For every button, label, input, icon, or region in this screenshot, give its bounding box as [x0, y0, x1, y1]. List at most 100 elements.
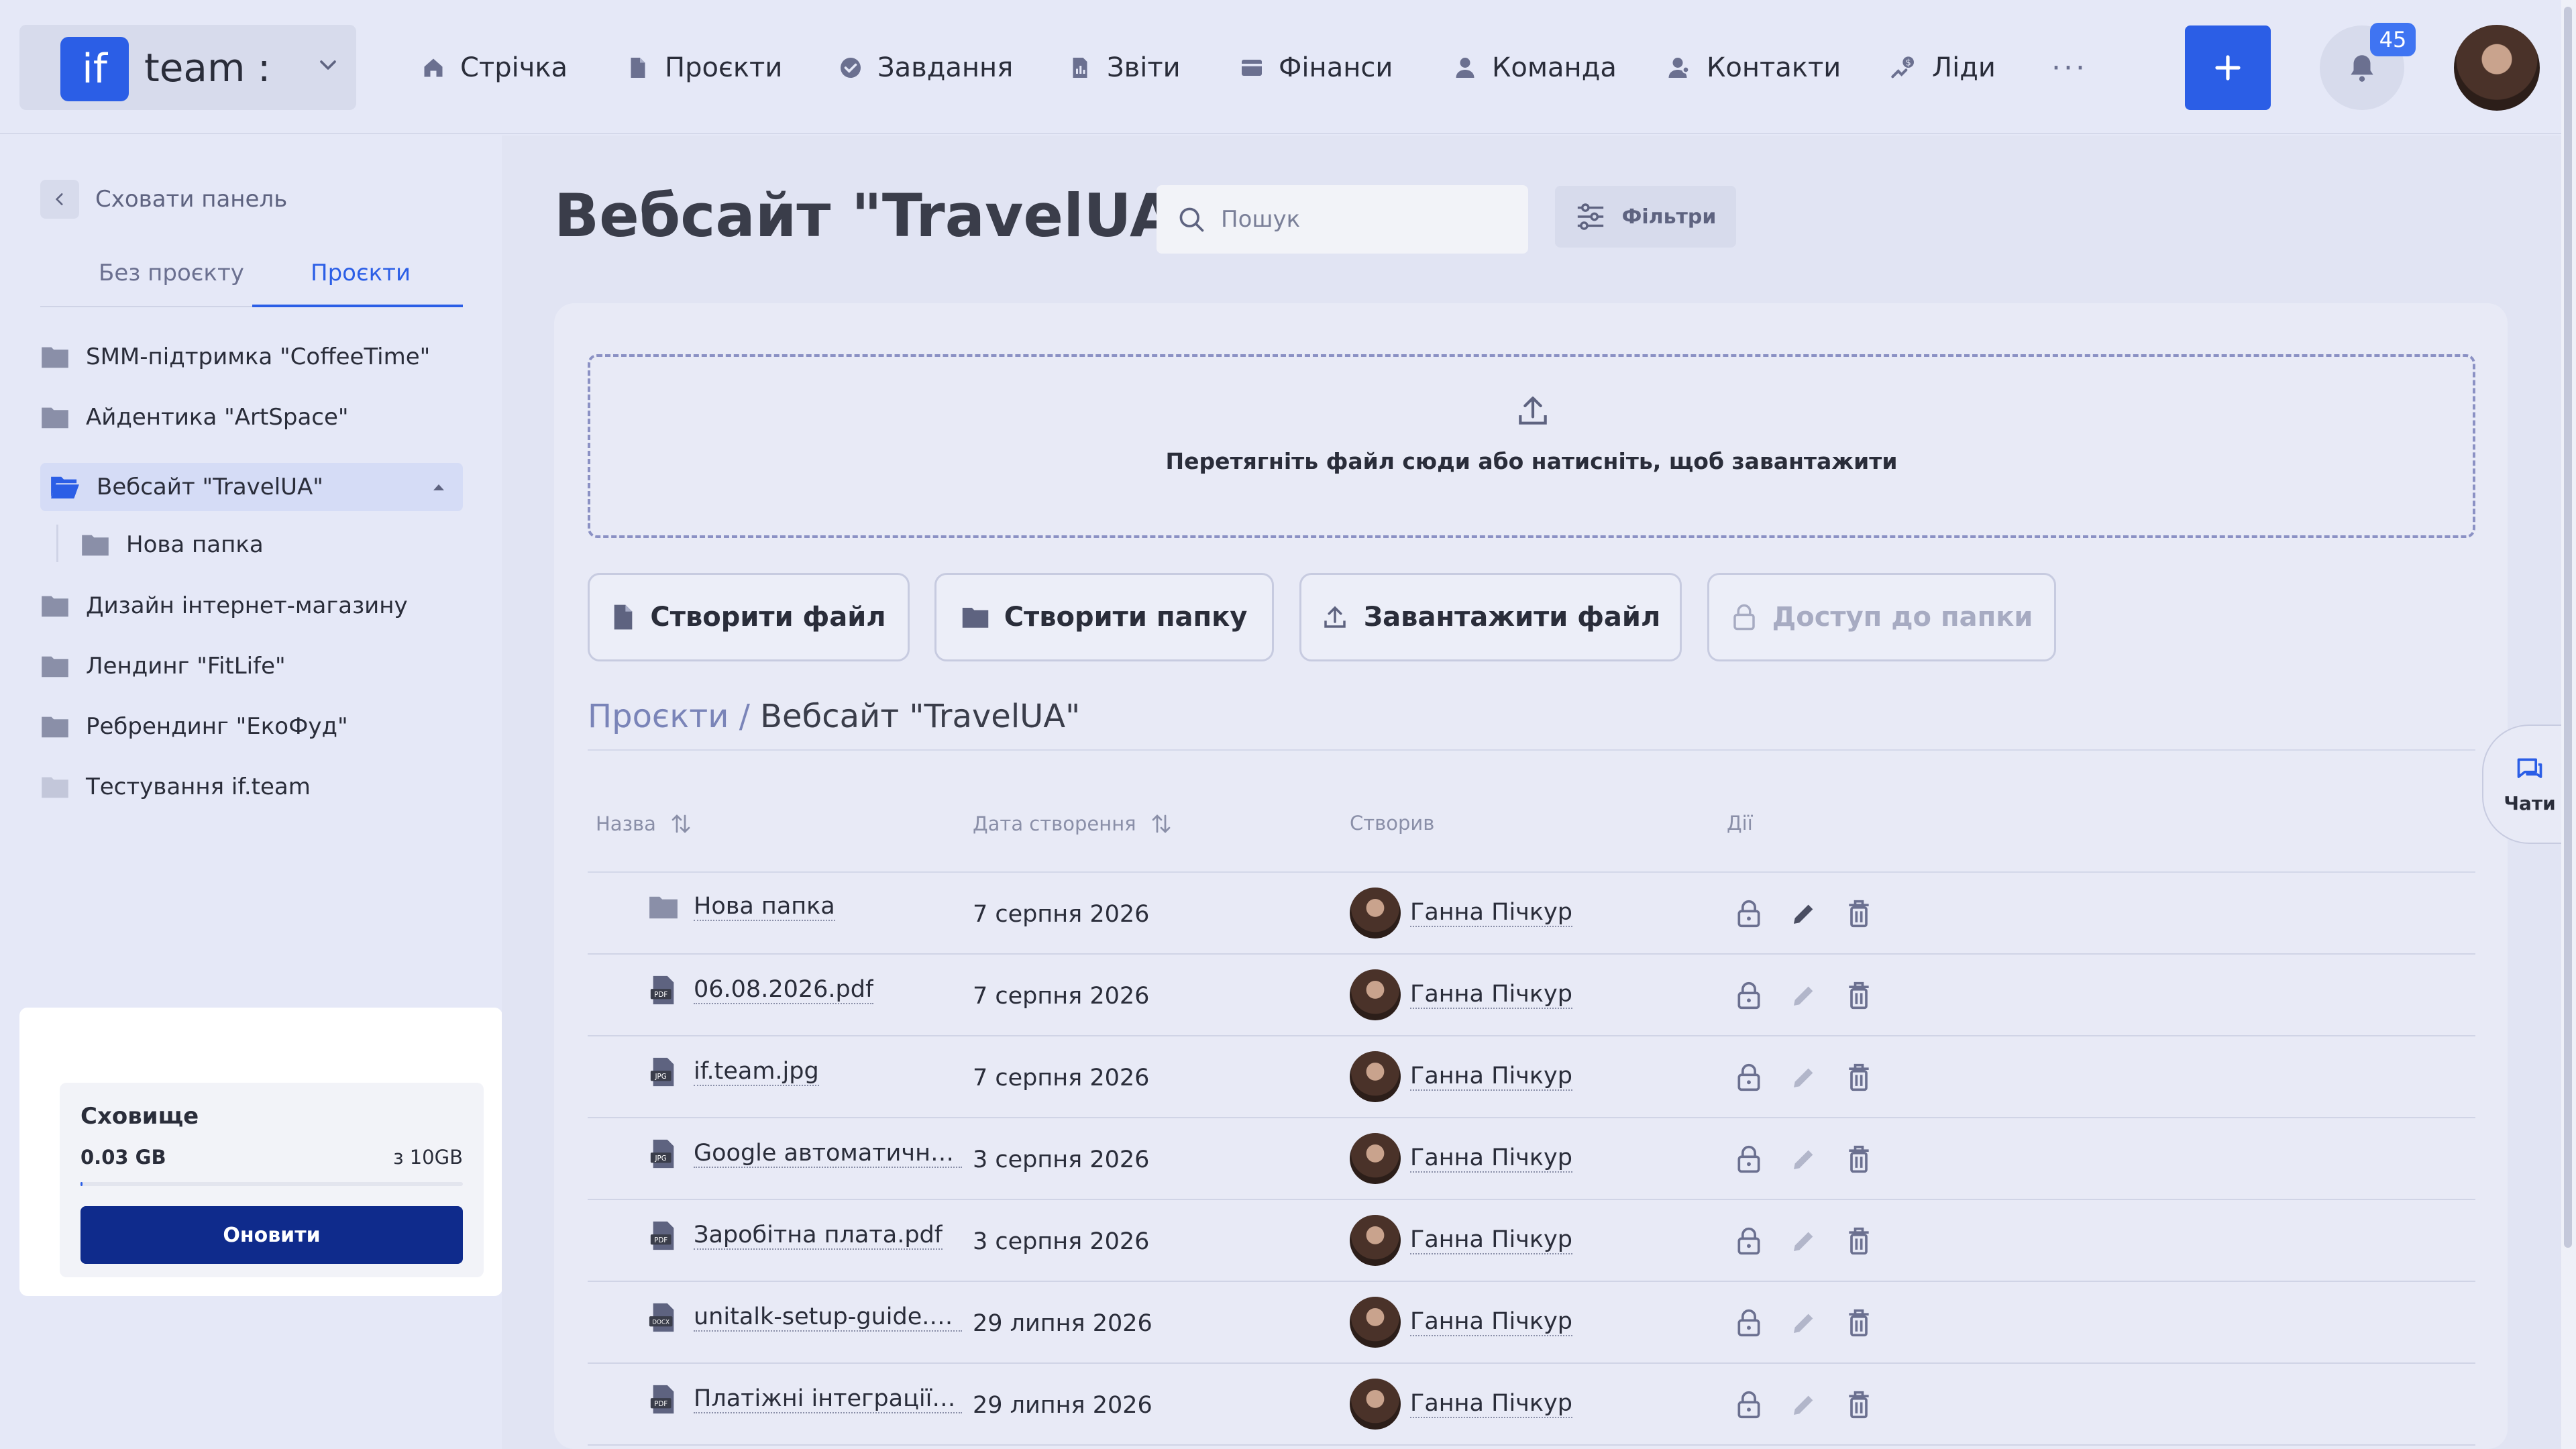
edit-icon[interactable]	[1787, 1388, 1821, 1421]
folder-icon	[40, 345, 70, 369]
table-row[interactable]: Нова папка 7 серпня 2026 Ганна Пічкур	[588, 873, 2475, 955]
breadcrumb-current: Вебсайт "TravelUA"	[760, 698, 1081, 735]
author-name[interactable]: Ганна Пічкур	[1410, 1063, 1572, 1091]
project-item[interactable]: Дизайн інтернет-магазину	[40, 582, 463, 630]
breadcrumb-root[interactable]: Проєкти	[588, 698, 729, 735]
table-row[interactable]: PDF 06.08.2026.pdf 7 серпня 2026 Ганна Пічк…	[588, 955, 2475, 1036]
file-author[interactable]: Ганна Пічкур	[1350, 1297, 1572, 1348]
table-row[interactable]: DOCX unitalk-setup-guide.d... 29 липня 202…	[588, 1282, 2475, 1364]
table-row[interactable]: PDF Платіжні інтеграції.pdf 29 липня 2026 Г…	[588, 1364, 2475, 1446]
delete-icon[interactable]	[1842, 1224, 1876, 1258]
lock-icon[interactable]	[1732, 1224, 1766, 1258]
more-menu-icon[interactable]: ···	[2051, 51, 2088, 85]
nav-item-finance[interactable]: Фінанси	[1240, 47, 1393, 89]
file-name[interactable]: Платіжні інтеграції.pdf	[694, 1385, 962, 1413]
file-name[interactable]: Заробітна плата.pdf	[694, 1222, 943, 1250]
divider	[588, 749, 2475, 751]
file-name-cell[interactable]: PDF Заробітна плата.pdf	[648, 1220, 943, 1251]
edit-icon[interactable]	[1787, 1224, 1821, 1258]
avatar	[1350, 1215, 1401, 1266]
table-row[interactable]: PDF Заробітна плата.pdf 3 серпня 2026 Ганна…	[588, 1200, 2475, 1282]
delete-icon[interactable]	[1842, 1388, 1876, 1421]
nav-item-contacts[interactable]: Контакти	[1668, 47, 1841, 89]
scrollbar-thumb[interactable]	[2564, 7, 2572, 1248]
project-item[interactable]: Лендинг "FitLife"	[40, 642, 463, 690]
lock-icon[interactable]	[1732, 979, 1766, 1012]
search-input[interactable]	[1221, 206, 1516, 233]
file-name-cell[interactable]: JPG if.team.jpg	[648, 1057, 819, 1087]
file-name[interactable]: 06.08.2026.pdf	[694, 976, 874, 1004]
create-folder-button[interactable]: Створити папку	[934, 573, 1274, 661]
edit-icon[interactable]	[1787, 1061, 1821, 1094]
file-name-cell[interactable]: JPG Google автоматично в...	[648, 1138, 962, 1169]
author-name[interactable]: Ганна Пічкур	[1410, 1226, 1572, 1254]
file-author[interactable]: Ганна Пічкур	[1350, 1133, 1572, 1184]
author-name[interactable]: Ганна Пічкур	[1410, 1144, 1572, 1173]
table-row[interactable]: JPG if.team.jpg 7 серпня 2026 Ганна Пічкур	[588, 1036, 2475, 1118]
caret-up-icon[interactable]	[431, 480, 447, 494]
edit-icon[interactable]	[1787, 979, 1821, 1012]
file-author[interactable]: Ганна Пічкур	[1350, 1215, 1572, 1266]
author-name[interactable]: Ганна Пічкур	[1410, 1308, 1572, 1336]
file-name[interactable]: unitalk-setup-guide.d...	[694, 1303, 962, 1332]
sort-icon[interactable]	[1151, 812, 1171, 836]
project-item[interactable]: Тестування if.team	[40, 763, 463, 811]
file-name-cell[interactable]: DOCX unitalk-setup-guide.d...	[648, 1302, 962, 1333]
lock-icon[interactable]	[1732, 1061, 1766, 1094]
nav-item-leads[interactable]: $ Ліди	[1890, 47, 1996, 89]
upload-dropzone[interactable]: Перетягніть файл сюди або натисніть, щоб…	[588, 354, 2475, 538]
filters-button[interactable]: Фільтри	[1555, 186, 1736, 248]
create-file-button[interactable]: Створити файл	[588, 573, 910, 661]
delete-icon[interactable]	[1842, 979, 1876, 1012]
delete-icon[interactable]	[1842, 1061, 1876, 1094]
tab-projects[interactable]: Проєкти	[311, 260, 411, 286]
lock-icon[interactable]	[1732, 1388, 1766, 1421]
upgrade-button[interactable]: Оновити	[80, 1206, 463, 1264]
column-label: Створив	[1350, 812, 1435, 835]
file-name-cell[interactable]: PDF Платіжні інтеграції.pdf	[648, 1384, 962, 1415]
delete-icon[interactable]	[1842, 1306, 1876, 1340]
file-name[interactable]: Google автоматично в...	[694, 1140, 962, 1168]
lock-icon[interactable]	[1732, 1306, 1766, 1340]
team-switcher[interactable]: if team :	[19, 25, 356, 110]
nav-item-tasks[interactable]: Завдання	[839, 47, 1013, 89]
hide-panel-button[interactable]: Сховати панель	[40, 180, 287, 219]
add-button[interactable]	[2185, 25, 2271, 110]
lock-icon[interactable]	[1732, 897, 1766, 930]
delete-icon[interactable]	[1842, 897, 1876, 930]
nav-item-team[interactable]: Команда	[1453, 47, 1617, 89]
subfolder-item[interactable]: Нова папка	[80, 521, 456, 569]
edit-icon[interactable]	[1787, 897, 1821, 930]
folder-access-button[interactable]: Доступ до папки	[1707, 573, 2056, 661]
author-name[interactable]: Ганна Пічкур	[1410, 1390, 1572, 1418]
edit-icon[interactable]	[1787, 1306, 1821, 1340]
project-item[interactable]: SMM-підтримка "CoffeeTime"	[40, 333, 463, 381]
delete-icon[interactable]	[1842, 1142, 1876, 1176]
author-name[interactable]: Ганна Пічкур	[1410, 899, 1572, 927]
project-item[interactable]: Айдентика "ArtSpace"	[40, 393, 463, 441]
file-name-cell[interactable]: Нова папка	[648, 893, 835, 921]
file-author[interactable]: Ганна Пічкур	[1350, 888, 1572, 938]
nav-item-feed[interactable]: Стрічка	[421, 47, 568, 89]
storage-panel: Сховище 0.03 GB з 10GB Оновити	[60, 1083, 484, 1277]
nav-item-reports[interactable]: Звіти	[1068, 47, 1181, 89]
file-author[interactable]: Ганна Пічкур	[1350, 1051, 1572, 1102]
search-box[interactable]	[1157, 185, 1528, 254]
upload-file-button[interactable]: Завантажити файл	[1299, 573, 1682, 661]
sort-icon[interactable]	[671, 812, 691, 836]
file-author[interactable]: Ганна Пічкур	[1350, 1379, 1572, 1430]
avatar	[1350, 1051, 1401, 1102]
edit-icon[interactable]	[1787, 1142, 1821, 1176]
tab-no-project[interactable]: Без проєкту	[99, 260, 244, 286]
table-row[interactable]: JPG Google автоматично в... 3 серпня 2026 Г…	[588, 1118, 2475, 1200]
nav-item-projects[interactable]: Проєкти	[626, 47, 782, 89]
lock-icon[interactable]	[1732, 1142, 1766, 1176]
file-name[interactable]: Нова папка	[694, 893, 835, 921]
user-avatar[interactable]	[2454, 25, 2540, 111]
author-name[interactable]: Ганна Пічкур	[1410, 981, 1572, 1009]
project-item-active[interactable]: Вебсайт "TravelUA"	[40, 463, 463, 511]
project-item[interactable]: Ребрендинг "ЕкоФуд"	[40, 702, 463, 751]
file-author[interactable]: Ганна Пічкур	[1350, 969, 1572, 1020]
file-name-cell[interactable]: PDF 06.08.2026.pdf	[648, 975, 874, 1006]
file-name[interactable]: if.team.jpg	[694, 1058, 819, 1086]
